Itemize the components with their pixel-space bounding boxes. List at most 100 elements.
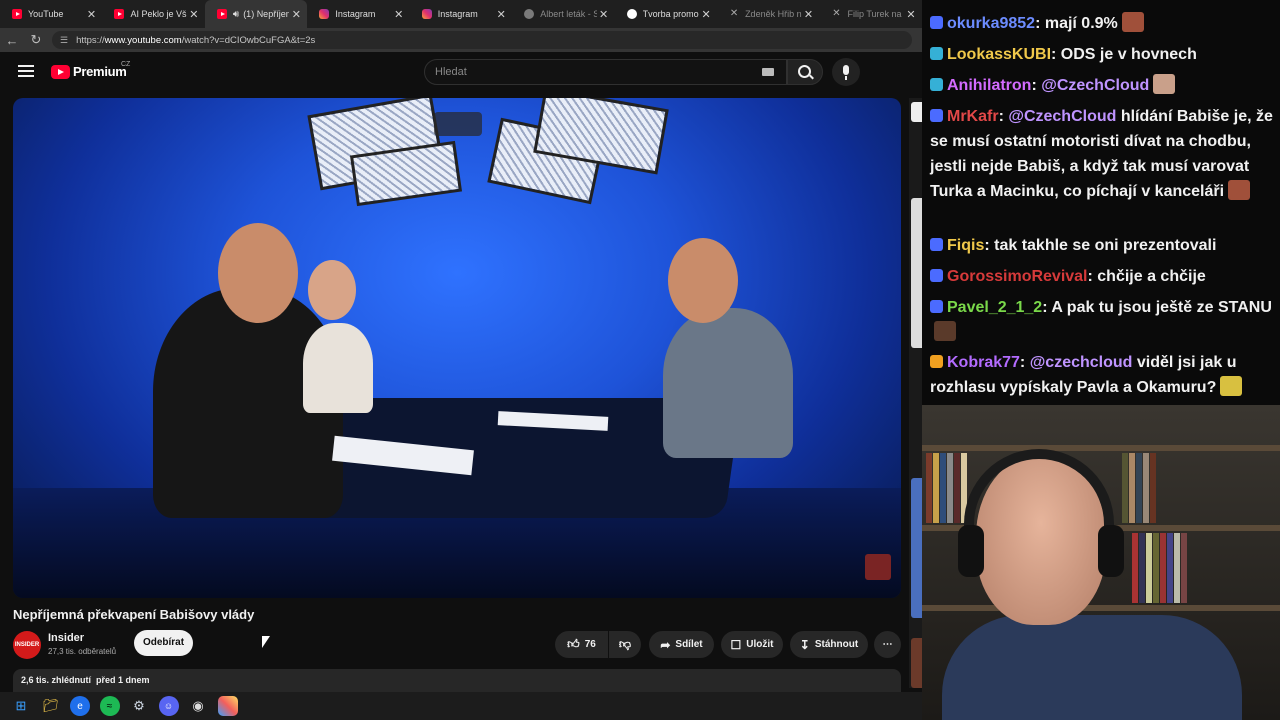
download-button[interactable]: ↧ Stáhnout [790,631,868,658]
youtube-logo-icon[interactable] [51,65,70,79]
close-tab-icon[interactable]: ✕ [597,8,611,21]
windows-taskbar: ⊞ 📁︎ e ≈ ⚙ ☺ ◉ [0,692,922,720]
user-badge-icon [930,238,943,251]
url-bar[interactable]: ☰ https://www.youtube.com/watch?v=dCIOwb… [52,31,912,49]
close-tab-icon[interactable]: ✕ [392,8,406,21]
search-button[interactable] [787,59,823,85]
chat-message: Fiqis: tak takhle se oni prezentovali [930,233,1274,258]
more-icon: ⋯ [882,639,893,650]
instagram-icon [421,9,432,19]
chat-username[interactable]: Kobrak77 [947,354,1020,371]
browser-tab[interactable]: ✕Zdeněk Hřib na p✕ [717,0,819,28]
chat-text: : chčije a chčije [1087,268,1206,285]
thumbs-down-icon: 👎︎ [618,637,632,651]
chat-username[interactable]: okurka9852 [947,15,1035,32]
browser-tab-label: YouTube [28,9,64,19]
video-person-head [218,223,298,323]
browser-tab-label: Filip Turek na plo [847,9,904,19]
share-label: Sdílet [675,639,703,650]
close-tab-icon[interactable]: ✕ [187,8,201,21]
voice-search-icon[interactable] [832,58,860,86]
chat-text: : A pak tu jsou ještě ze STANU [1042,299,1272,316]
browser-tab-label: Instagram [437,9,478,19]
browser-tab[interactable]: 🔊︎ (1) Nepříjemn✕ [204,0,308,28]
save-button[interactable]: ☐ Uložit [721,631,783,658]
video-title: Nepříjemná překvapení Babišovy vlády [13,607,255,622]
description-box[interactable]: 2,6 tis. zhlédnutí před 1 dnem [13,669,901,693]
reload-icon[interactable]: ↻ [24,32,48,48]
discord-icon[interactable]: ☺ [158,696,179,716]
chat-username[interactable]: Fiqis [947,237,984,254]
chat-message: okurka9852: mají 0.9% [930,11,1274,36]
download-icon: ↧ [799,637,810,652]
address-row: ← ↻ ☰ https://www.youtube.com/watch?v=dC… [0,28,922,52]
share-icon: ➦ [660,637,671,652]
video-person [663,308,793,458]
miniplayer-controls[interactable] [434,112,482,136]
edge-browser-icon[interactable]: e [70,696,90,716]
browser-tab-label: Instagram [335,9,376,19]
subscribe-button[interactable]: Odebírat [134,630,193,656]
close-tab-icon[interactable]: ✕ [494,8,508,21]
close-tab-icon[interactable]: ✕ [84,8,98,21]
obs-icon[interactable]: ◉ [188,696,208,716]
keyboard-icon[interactable] [762,68,774,76]
subscriber-count: 27,3 tis. odběratelů [48,647,117,656]
close-tab-icon[interactable]: ✕ [802,8,816,21]
windows-start-icon[interactable]: ⊞ [11,696,31,716]
books [926,453,968,523]
channel-name[interactable]: Insider [48,632,84,644]
like-count: 76 [584,639,596,650]
emote-icon [1121,12,1144,32]
spotify-icon[interactable]: ≈ [99,696,120,716]
chat-username[interactable]: MrKafr [947,108,999,125]
file-explorer-icon[interactable]: 📁︎ [41,696,61,716]
browser-tab[interactable]: Tvorba promo ob✕ [615,0,717,28]
close-tab-icon[interactable]: ✕ [904,8,918,21]
back-icon[interactable]: ← [0,33,24,48]
user-badge-icon [930,47,943,60]
video-person-head [308,260,356,320]
browser-tab[interactable]: YouTube ✕ [0,0,102,28]
like-button[interactable]: 👍︎ 76 [555,631,608,658]
close-tab-icon[interactable]: ✕ [289,8,303,21]
user-badge-icon [930,300,943,313]
chat-username[interactable]: Anihilatron [947,77,1031,94]
browser-tab[interactable]: AI Peklo je Všude✕ [102,0,204,28]
browser-tab[interactable]: ✕Filip Turek na plo✕ [820,0,922,28]
copilot-icon[interactable] [217,696,238,716]
x-icon: ✕ [729,8,739,19]
chat-username[interactable]: GorossimoRevival [947,268,1088,285]
dislike-button[interactable]: 👎︎ [609,631,641,658]
steam-icon[interactable]: ⚙ [129,696,149,716]
chat-text: : tak takhle se oni prezentovali [984,237,1217,254]
user-badge-icon [930,269,943,282]
url-domain: www.youtube.com [104,34,182,46]
close-tab-icon[interactable]: ✕ [699,8,713,21]
user-badge-icon [930,355,943,368]
browser-tab[interactable]: Albert leták - Sup✕ [512,0,614,28]
browser-tab[interactable]: Instagram ✕ [410,0,512,28]
search-input[interactable]: Hledat [424,59,787,85]
instagram-icon [319,9,330,19]
chat-username[interactable]: LookassKUBI [947,46,1051,63]
chat-username[interactable]: Pavel_2_1_2 [947,299,1042,316]
chat-text: : mají 0.9% [1035,15,1118,32]
chat-message: Pavel_2_1_2: A pak tu jsou ještě ze STAN… [930,295,1274,345]
menu-icon[interactable] [18,65,34,77]
live-chat: okurka9852: mají 0.9% LookassKUBI: ODS je… [922,0,1280,405]
video-player[interactable] [13,98,901,598]
headset-earcup [958,525,984,577]
youtube-icon [12,9,22,19]
chat-text: : @CzechCloud [1031,77,1150,94]
site-info-icon[interactable]: ☰ [60,35,68,46]
youtube-icon [114,9,125,19]
channel-avatar[interactable]: INSIDER [13,631,41,659]
books [1132,533,1188,603]
browser-tab[interactable]: Instagram ✕ [307,0,409,28]
logo-text[interactable]: Premium [73,64,127,79]
download-label: Stáhnout [814,639,859,650]
speaker-icon[interactable]: 🔊︎ [233,9,239,20]
more-actions-button[interactable]: ⋯ [874,631,901,658]
share-button[interactable]: ➦ Sdílet [649,631,714,658]
